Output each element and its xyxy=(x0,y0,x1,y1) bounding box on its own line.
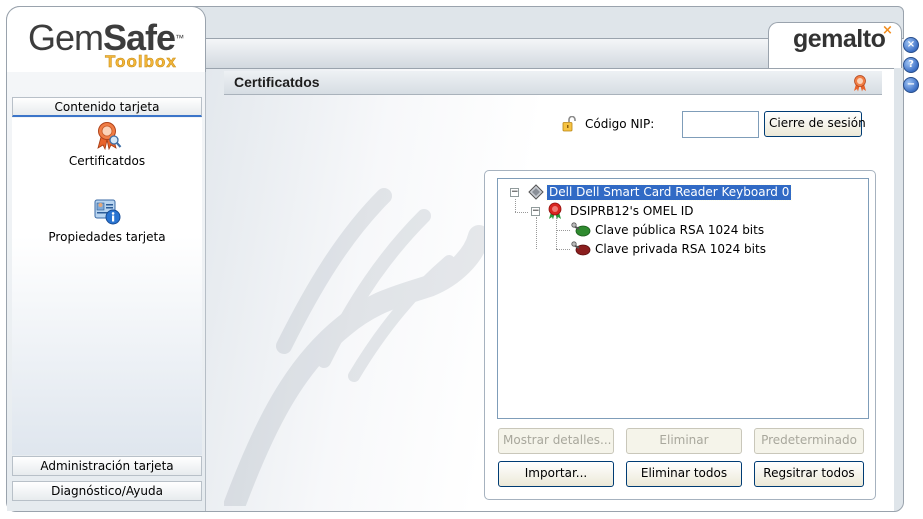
collapse-toggle[interactable]: − xyxy=(510,188,519,197)
card-reader-icon xyxy=(528,184,544,200)
minimize-button[interactable]: − xyxy=(903,77,919,93)
sidebar-item-label: Propiedades tarjeta xyxy=(48,230,166,244)
hand-watermark-image xyxy=(224,188,484,506)
tree-node-public-key[interactable]: Clave pública RSA 1024 bits xyxy=(595,223,764,238)
tree-node-private-key[interactable]: Clave privada RSA 1024 bits xyxy=(595,242,766,257)
tree-connector xyxy=(556,249,570,250)
unlocked-padlock-icon xyxy=(562,116,576,132)
tree-connector xyxy=(515,199,516,212)
logo-tm: ™ xyxy=(175,33,184,43)
register-all-button[interactable]: Regsitrar todos xyxy=(754,461,864,487)
certificate-icon xyxy=(548,202,562,220)
set-default-button[interactable]: Predeterminado xyxy=(754,428,864,454)
tree-node-card-reader[interactable]: Dell Dell Smart Card Reader Keyboard 0 xyxy=(545,184,793,201)
vendor-logo: gemalto xyxy=(793,25,886,53)
sidebar-section-card-contents[interactable]: Contenido tarjeta xyxy=(12,97,202,117)
tree-node-certificate[interactable]: DSIPRB12's OMEL ID xyxy=(570,204,694,219)
tree-connector xyxy=(515,212,528,213)
logout-button[interactable]: Cierre de sesión xyxy=(764,111,866,137)
public-key-icon xyxy=(571,222,591,237)
sidebar-section-diagnostics[interactable]: Diagnóstico/Ayuda xyxy=(12,481,202,501)
section-header: Certificatdos xyxy=(224,71,882,95)
close-button[interactable]: × xyxy=(903,37,919,53)
sidebar-items-area xyxy=(12,118,202,455)
gemsafe-toolbox-window: GemSafe™ Toolbox gemalto × × ? − Conteni… xyxy=(0,0,923,519)
sidebar-item-label: Certificatdos xyxy=(68,154,146,168)
page-title: Certificatdos xyxy=(234,74,320,90)
product-logo: GemSafe™ xyxy=(28,17,184,58)
help-button[interactable]: ? xyxy=(903,57,919,73)
card-properties-icon xyxy=(94,199,121,225)
sidebar-item-card-properties[interactable]: Propiedades tarjeta xyxy=(12,196,202,244)
logo-tab: GemSafe™ Toolbox xyxy=(6,6,206,72)
pin-input[interactable] xyxy=(682,111,759,138)
sidebar-section-card-admin[interactable]: Administración tarjeta xyxy=(12,456,202,476)
tree-connector xyxy=(556,230,570,231)
delete-button[interactable]: Eliminar xyxy=(626,428,742,454)
pin-label: Código NIP: xyxy=(585,117,655,131)
certificate-icon xyxy=(97,122,122,150)
vendor-logo-mark: × xyxy=(882,23,893,38)
tree-connector xyxy=(536,217,537,249)
collapse-toggle[interactable]: − xyxy=(531,207,540,216)
show-details-button[interactable]: Mostrar detalles... xyxy=(498,428,614,454)
sidebar-item-certificates[interactable]: Certificatdos xyxy=(12,120,202,168)
certificate-icon xyxy=(854,75,866,92)
logo-subtitle: Toolbox xyxy=(105,52,177,72)
delete-all-button[interactable]: Eliminar todos xyxy=(626,461,742,487)
private-key-icon xyxy=(571,241,591,256)
import-button[interactable]: Importar... xyxy=(498,461,614,487)
logo-brand-light: Gem xyxy=(28,17,104,58)
tree-connector xyxy=(556,217,557,249)
